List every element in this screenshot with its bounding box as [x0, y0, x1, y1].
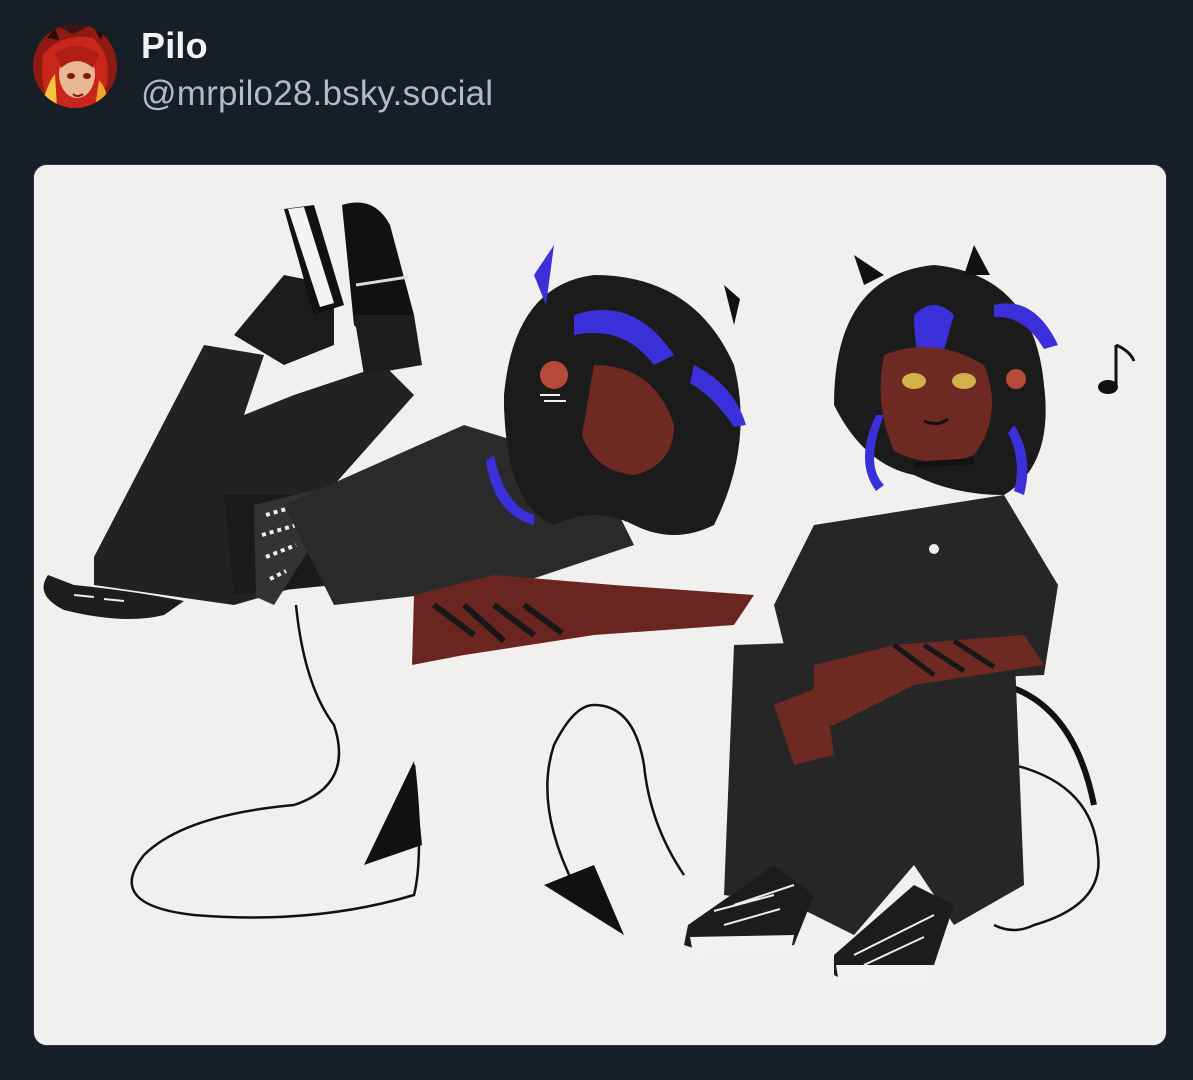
author-handle[interactable]: @mrpilo28.bsky.social	[141, 74, 493, 114]
post-image[interactable]	[33, 164, 1167, 1046]
post-header: Pilo @mrpilo28.bsky.social	[33, 24, 493, 114]
author-display-name[interactable]: Pilo	[141, 26, 493, 66]
author-avatar[interactable]	[33, 24, 117, 108]
artwork-image-icon	[34, 165, 1166, 1045]
avatar-image-icon	[33, 24, 117, 108]
author-info: Pilo @mrpilo28.bsky.social	[141, 24, 493, 114]
